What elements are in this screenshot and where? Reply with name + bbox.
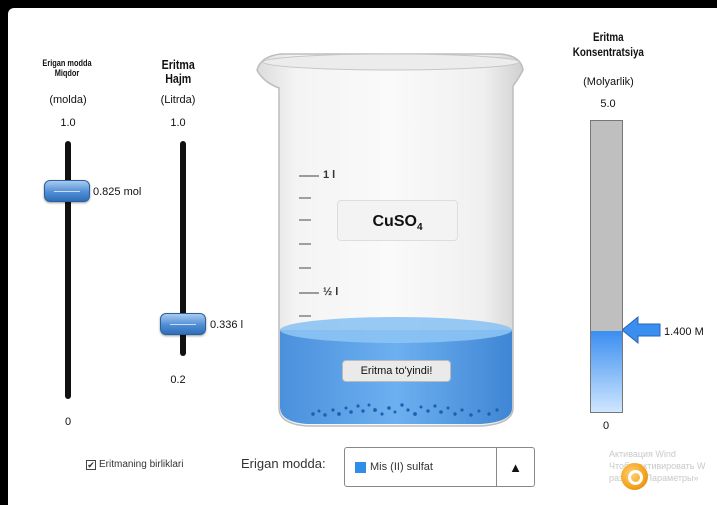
solute-dropdown-value: Mis (II) sulfat: [370, 461, 433, 473]
dropdown-arrow-icon[interactable]: ▲: [496, 448, 534, 486]
concentration-max: 5.0: [600, 98, 616, 110]
beaker-mark-1l: 1 l: [323, 169, 336, 181]
solute-color-swatch: [355, 461, 366, 473]
molarity-sim: Erigan modda Miqdor (molda) 1.0 0.825 mol…: [8, 8, 717, 505]
solute-amount-value: 0.825 mol: [93, 186, 142, 198]
volume-value: 0.336 l: [210, 319, 244, 331]
app-logo-icon[interactable]: [621, 463, 648, 490]
checkbox-check-icon[interactable]: ✔: [86, 459, 96, 470]
solute-label: Erigan modda:: [241, 456, 326, 471]
solute-amount-max: 1.0: [60, 117, 76, 129]
volume-title: Eritma Hajm: [161, 57, 195, 86]
concentration-title: Eritma Konsentratsiya: [572, 30, 644, 59]
concentration-fill: [591, 331, 622, 412]
show-values-checkbox[interactable]: ✔ Eritmaning birliklari: [86, 459, 183, 470]
concentration-pointer: [622, 315, 661, 345]
solute-amount-thumb[interactable]: [44, 180, 90, 202]
saturated-indicator: Eritma to'yindi!: [342, 360, 451, 382]
volume-unit: (Litrda): [160, 94, 196, 106]
solute-amount-title: Erigan modda Miqdor: [42, 58, 92, 78]
concentration-meter: [590, 120, 623, 413]
solute-formula-label: CuSO4: [337, 200, 458, 241]
solute-amount-unit: (molda): [49, 94, 87, 106]
volume-max: 1.0: [170, 117, 186, 129]
beaker-mark-half-l: ½ l: [323, 286, 339, 298]
concentration-value: 1.400 M: [664, 326, 704, 338]
concentration-min: 0: [602, 420, 610, 432]
solute-amount-min: 0: [64, 416, 72, 428]
solute-dropdown[interactable]: Mis (II) sulfat ▲: [344, 447, 535, 487]
concentration-unit: (Molyarlik): [583, 76, 634, 88]
volume-min: 0.2: [170, 374, 186, 386]
volume-thumb[interactable]: [160, 313, 206, 335]
